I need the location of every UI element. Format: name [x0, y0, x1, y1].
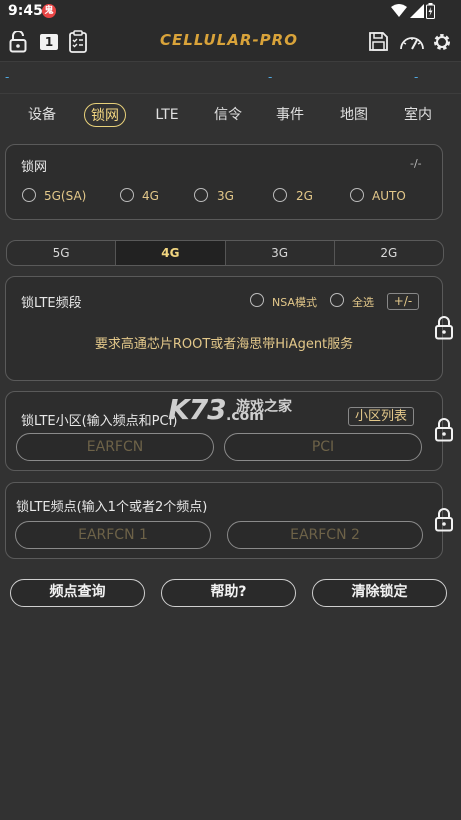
save-icon[interactable] [368, 31, 389, 52]
lock-icon[interactable] [434, 418, 454, 442]
clear-lock-button[interactable]: 清除锁定 [312, 579, 447, 607]
notification-icon: 鬼 [42, 4, 56, 18]
lte-cell-title: 锁LTE小区(输入频点和PCI) [21, 414, 178, 429]
battery-icon [426, 3, 435, 19]
segment-3g[interactable]: 3G [226, 241, 335, 265]
wifi-icon [391, 4, 407, 17]
info-value-1: - [5, 70, 10, 84]
gear-icon[interactable] [432, 32, 452, 52]
unlock-icon[interactable] [9, 31, 27, 53]
lte-freq-title: 锁LTE频点(输入1个或者2个频点) [16, 500, 208, 515]
tab-events[interactable]: 事件 [270, 103, 310, 127]
tab-device[interactable]: 设备 [22, 103, 62, 127]
cell-list-button[interactable]: 小区列表 [348, 407, 414, 426]
lock-network-title: 锁网 [21, 160, 48, 175]
lte-band-title: 锁LTE频段 [21, 296, 82, 311]
app-logo: CELLULAR-PRO [160, 31, 298, 49]
radio-2g[interactable] [273, 188, 287, 202]
radio-5g-sa[interactable] [22, 188, 36, 202]
status-time: 9:45 [8, 3, 43, 19]
band-requirement-message: 要求高通芯片ROOT或者海思带HiAgent服务 [94, 337, 354, 352]
help-button[interactable]: 帮助? [161, 579, 296, 607]
segment-2g[interactable]: 2G [335, 241, 443, 265]
frequency-query-button[interactable]: 频点查询 [10, 579, 145, 607]
speedometer-icon[interactable] [399, 33, 425, 51]
segment-4g[interactable]: 4G [116, 241, 226, 265]
earfcn2-input[interactable]: EARFCN 2 [227, 521, 423, 549]
lock-network-card [5, 144, 443, 220]
info-value-2: - [268, 70, 273, 84]
radio-auto-label: AUTO [372, 189, 406, 203]
tab-lte[interactable]: LTE [148, 103, 186, 127]
radio-select-all[interactable] [330, 293, 344, 307]
rat-segment: 5G 4G 3G 2G [6, 240, 444, 266]
watermark-logo: K73 [168, 393, 227, 426]
radio-nsa[interactable] [250, 293, 264, 307]
radio-nsa-label: NSA模式 [272, 296, 317, 309]
radio-5g-sa-label: 5G(SA) [44, 189, 87, 203]
sim-badge[interactable]: 1 [40, 34, 58, 50]
earfcn-input[interactable]: EARFCN [16, 433, 214, 461]
radio-3g-label: 3G [217, 189, 234, 203]
radio-auto[interactable] [350, 188, 364, 202]
radio-4g[interactable] [120, 188, 134, 202]
signal-icon [410, 4, 424, 18]
lock-icon[interactable] [434, 508, 454, 532]
tab-lock-network[interactable]: 锁网 [84, 103, 126, 127]
tab-indoor[interactable]: 室内 [398, 103, 438, 127]
watermark-domain: .com [226, 408, 264, 424]
earfcn1-input[interactable]: EARFCN 1 [15, 521, 211, 549]
segment-5g[interactable]: 5G [7, 241, 117, 265]
toggle-bands-button[interactable]: +/- [387, 293, 419, 310]
pci-input[interactable]: PCI [224, 433, 422, 461]
lock-network-value: -/- [410, 157, 422, 170]
radio-4g-label: 4G [142, 189, 159, 203]
divider [0, 93, 461, 94]
radio-select-all-label: 全选 [352, 296, 374, 309]
info-value-3: - [414, 70, 419, 84]
tab-map[interactable]: 地图 [334, 103, 374, 127]
lock-icon[interactable] [434, 316, 454, 340]
radio-2g-label: 2G [296, 189, 313, 203]
tab-signaling[interactable]: 信令 [208, 103, 248, 127]
radio-3g[interactable] [194, 188, 208, 202]
clipboard-icon[interactable] [68, 30, 88, 54]
